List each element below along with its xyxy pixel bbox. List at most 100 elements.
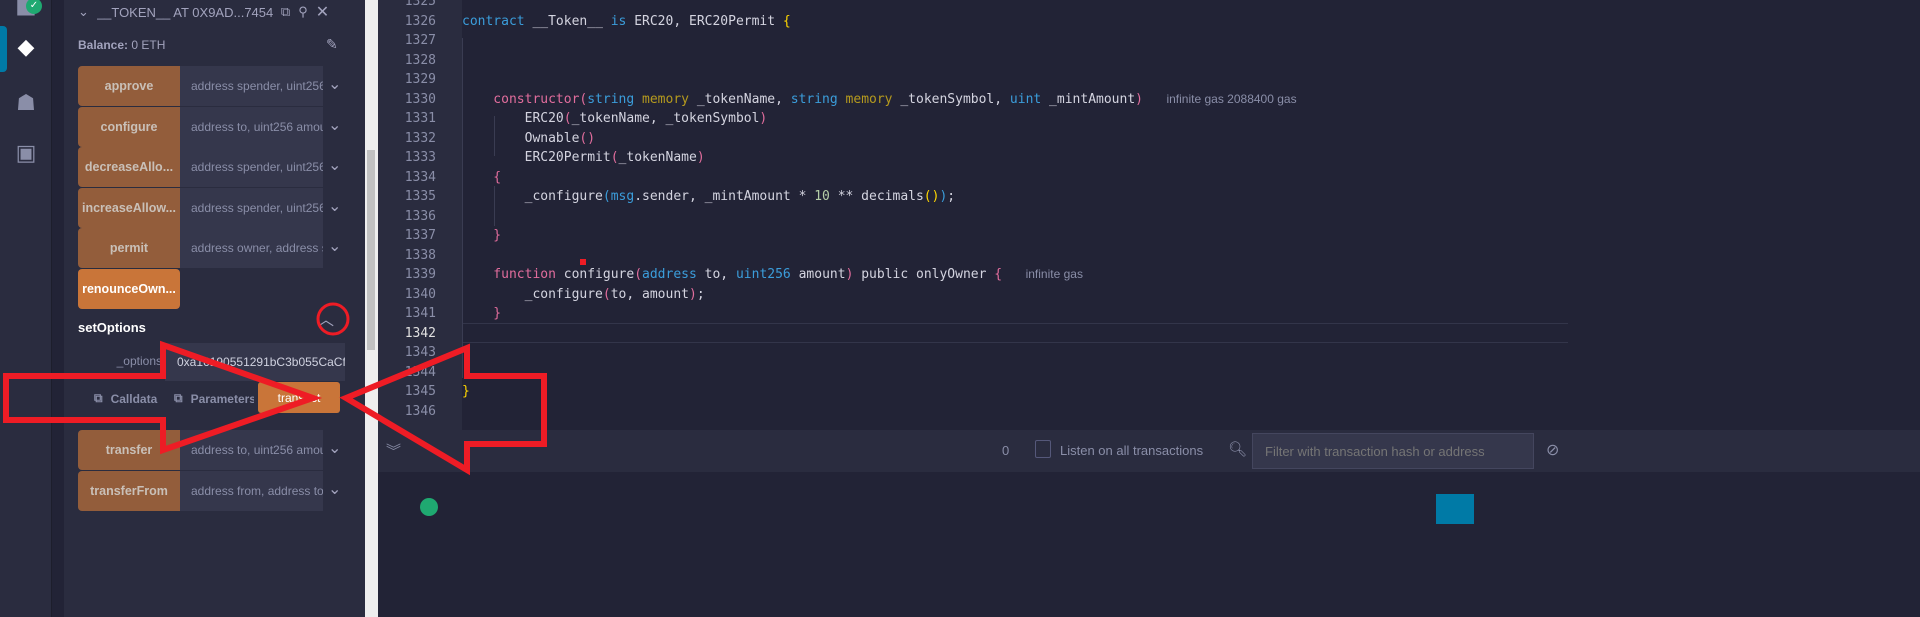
function-button[interactable]: transferFrom — [78, 470, 180, 511]
listen-label: Listen on all transactions — [1060, 443, 1204, 458]
code-token: } — [462, 228, 502, 243]
function-button[interactable]: decreaseAllo... — [78, 147, 180, 187]
copy-calldata-button[interactable]: ⧉ Calldata — [94, 391, 157, 406]
close-icon[interactable]: ✕ — [316, 2, 329, 22]
copy-parameters-button[interactable]: ⧉ Parameters — [174, 391, 254, 406]
code-line: _configure(to, amount); — [462, 285, 705, 305]
transaction-filter-input[interactable] — [1252, 433, 1534, 469]
line-number: 1326 — [404, 13, 436, 29]
edit-icon[interactable]: ✎ — [326, 36, 338, 53]
function-row-increaseAllow: increaseAllow... address spender, uint256… — [78, 187, 341, 228]
chevron-down-icon[interactable]: ⌄ — [328, 74, 341, 94]
panel-scrollbar[interactable] — [365, 0, 378, 617]
function-button[interactable]: approve — [78, 66, 180, 106]
scrollbar-thumb[interactable] — [367, 150, 375, 350]
code-token: ** decimals — [829, 189, 924, 204]
line-number: 1325 — [404, 0, 436, 9]
gas-estimate-hint: infinite gas 2088400 gas — [1166, 91, 1297, 106]
line-number: 1346 — [404, 403, 436, 419]
chevron-down-icon[interactable]: ⌄ — [328, 438, 341, 458]
function-button[interactable]: permit — [78, 228, 180, 268]
function-row-approve: approve address spender, uint256 a ⌄ — [78, 66, 341, 106]
code-token: ) — [696, 150, 705, 165]
active-indicator — [0, 26, 7, 72]
code-line: constructor(string memory _tokenName, st… — [462, 90, 1297, 110]
code-token: uint256 — [735, 267, 791, 282]
chevron-down-icon[interactable]: ⌄ — [328, 236, 341, 256]
code-token: _configure — [462, 189, 603, 204]
chevron-down-icon[interactable]: ⌄ — [328, 115, 341, 135]
copy-icon[interactable]: ⧉ — [281, 4, 290, 20]
code-token: uint — [1009, 91, 1042, 107]
code-line: ERC20(_tokenName, _tokenSymbol) — [462, 109, 768, 129]
deploy-run-icon[interactable]: ◆ — [12, 34, 40, 62]
function-button[interactable]: renounceOwn... — [78, 268, 180, 309]
code-token: msg — [610, 189, 635, 204]
terminal-toolbar: ︾ 0 Listen on all transactions 🔍︎ ⊘ — [378, 430, 1920, 472]
line-number: 1339 — [404, 267, 436, 282]
code-token: Ownable — [462, 130, 580, 146]
chevron-down-icon[interactable]: ⌄ — [78, 4, 89, 20]
function-args-input[interactable]: address to, uint256 amoun — [180, 106, 323, 147]
function-button[interactable]: transfer — [78, 430, 180, 470]
learneth-icon[interactable]: ▣ — [12, 140, 40, 168]
chevron-down-icon[interactable]: ⌄ — [328, 155, 341, 175]
chevron-up-icon[interactable]: ︿ — [318, 306, 334, 330]
code-token: { — [994, 267, 1003, 282]
code-token: constructor — [462, 91, 580, 107]
contract-header[interactable]: ⌄ __TOKEN__ AT 0X9AD...74546 (BL ⧉ ⚲ ✕ — [78, 2, 329, 22]
code-token: address — [642, 267, 697, 282]
line-number: 1345 — [404, 384, 436, 399]
line-number: 1336 — [404, 208, 436, 224]
code-token: _tokenName — [618, 150, 697, 165]
function-args-input[interactable]: address owner, address spe — [180, 228, 323, 268]
function-args-input[interactable]: address spender, uint256 a — [180, 187, 323, 228]
code-token: 10 — [814, 189, 830, 204]
function-args-input[interactable]: address spender, uint256 a — [180, 66, 323, 106]
function-button[interactable]: increaseAllow... — [78, 187, 180, 228]
code-line: contract __Token__ is ERC20, ERC20Permit… — [462, 12, 791, 32]
options-label: _options — [116, 354, 162, 368]
options-input[interactable]: 0xa16190551291bC3b055CaCfa9t — [165, 343, 345, 381]
code-token: () — [923, 189, 940, 204]
gas-estimate-hint: infinite gas — [1025, 267, 1083, 281]
function-args-input[interactable]: address to, uint256 amoun — [180, 430, 323, 470]
code-token: string — [587, 91, 635, 107]
pin-icon[interactable]: ⚲ — [298, 4, 308, 20]
file-explorer-icon[interactable]: ▇✓ — [12, 0, 42, 18]
clear-console-icon[interactable]: ⊘ — [1546, 440, 1559, 460]
code-token: ) — [759, 111, 768, 126]
chevron-down-icon[interactable]: ⌄ — [328, 479, 341, 499]
chevron-down-icon[interactable]: ⌄ — [328, 196, 341, 216]
code-token: } — [462, 306, 502, 321]
function-row-transfer: transfer address to, uint256 amoun ⌄ — [78, 430, 341, 470]
debugger-icon[interactable]: ☗ — [12, 90, 40, 118]
code-token: ; — [947, 189, 956, 204]
line-number: 1330 — [404, 91, 436, 107]
function-args-input[interactable]: address from, address to, u — [180, 470, 323, 511]
transact-button[interactable]: transact — [258, 382, 340, 413]
code-token: _tokenName, _tokenSymbol — [571, 111, 760, 126]
line-number: 1335 — [404, 189, 436, 204]
calldata-label: Calldata — [110, 391, 158, 406]
function-row-permit: permitaddress owner, address spe⌄ — [78, 228, 341, 268]
collapse-terminal-icon[interactable]: ︾ — [386, 440, 401, 461]
line-number: 1342 — [404, 325, 436, 341]
line-number: 1331 — [404, 111, 436, 126]
copy-icon: ⧉ — [94, 391, 103, 405]
function-row-decreaseAllo: decreaseAllo... address spender, uint256 … — [78, 147, 341, 187]
balance: Balance: 0 ETH — [78, 38, 165, 52]
code-token: configure — [555, 267, 635, 282]
debug-button[interactable] — [1436, 494, 1474, 524]
code-token: ERC20Permit — [462, 150, 611, 165]
code-line: ERC20Permit(_tokenName) — [462, 148, 705, 168]
function-button[interactable]: configure — [78, 106, 180, 147]
code-line: } — [462, 382, 470, 402]
line-number: 1327 — [404, 33, 436, 48]
function-args-input[interactable]: address spender, uint256 s — [180, 147, 323, 187]
code-token: { — [782, 13, 791, 29]
listen-checkbox[interactable] — [1035, 440, 1051, 458]
code-token: to, — [696, 267, 736, 282]
code-token: ERC20, ERC20Permit — [626, 13, 783, 29]
